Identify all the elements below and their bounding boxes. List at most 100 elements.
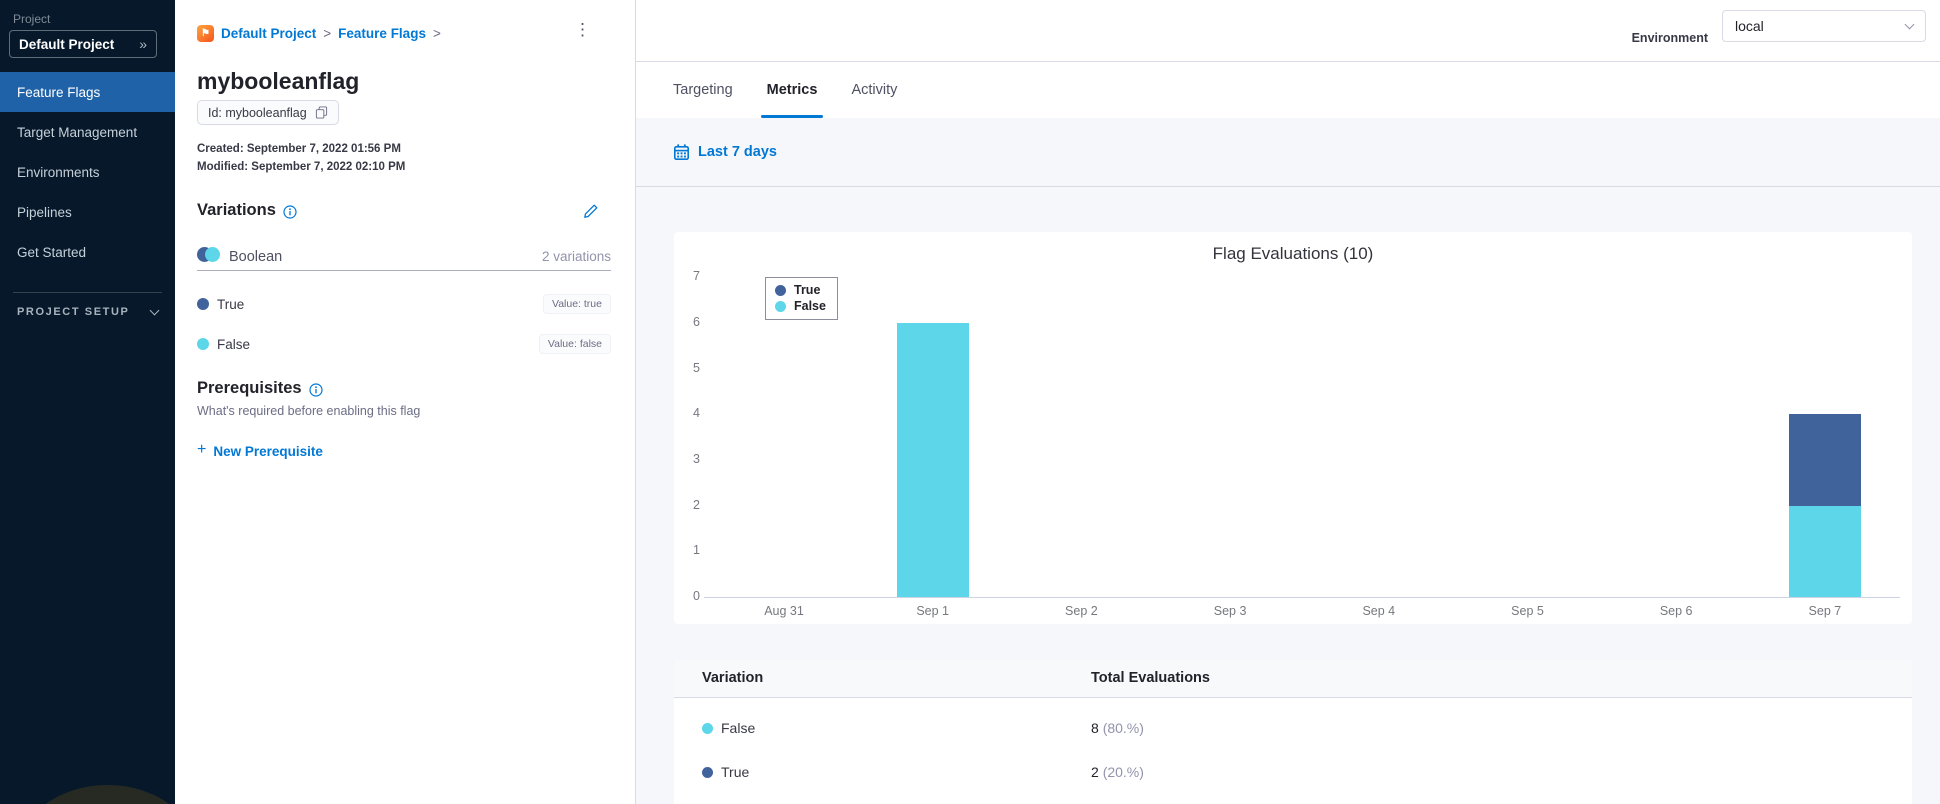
project-label: Project [13,12,51,26]
variation-value-badge: Value: true [542,294,611,314]
double-chevron-icon: » [139,36,147,52]
prerequisites-description: What's required before enabling this fla… [197,404,421,418]
environment-label: Environment [1631,31,1708,45]
tab-label: Activity [851,82,898,98]
sidebar-item-label: Target Management [17,124,138,140]
prerequisites-heading: Prerequisites [197,379,323,398]
flag-tabs: Targeting Metrics Activity [636,62,1940,118]
tab-metrics[interactable]: Metrics [760,62,824,118]
project-setup-label: PROJECT SETUP [17,306,130,318]
chevron-down-icon [1904,19,1915,29]
project-selector[interactable]: Default Project » [9,30,157,58]
breadcrumb: ⚑ Default Project > Feature Flags > [197,25,441,42]
bar-segment-true [1788,414,1861,506]
flag-options-menu-button[interactable]: ⋮ [574,20,591,40]
info-icon[interactable] [308,382,323,397]
tab-activity[interactable]: Activity [851,62,897,118]
x-axis-line [704,597,1900,598]
breadcrumb-feature-flags-link[interactable]: Feature Flags [338,26,426,41]
y-axis-tick: 1 [693,543,700,558]
y-axis-tick: 2 [693,497,700,512]
legend-dot-true [775,284,786,296]
variation-name: False [217,336,251,352]
y-axis-tick: 0 [693,589,700,603]
tab-label: Metrics [766,82,818,98]
variation-cell-label: True [721,764,750,780]
x-axis-label: Sep 1 [916,604,950,618]
edit-variations-button[interactable] [583,203,599,224]
sidebar-item-label: Get Started [17,244,87,260]
project-setup-toggle[interactable]: PROJECT SETUP [17,305,160,318]
breadcrumb-project-link[interactable]: Default Project [221,26,316,41]
y-axis-tick: 3 [693,451,700,466]
evaluations-percent: (80.%) [1102,720,1144,736]
y-axis-tick: 7 [693,269,700,284]
false-variation-dot [702,722,713,734]
evaluations-cell: 2 (20.%) [1091,764,1144,780]
sidebar-item-environments[interactable]: Environments [0,152,175,192]
x-axis-label: Sep 7 [1808,604,1842,618]
flag-details-panel: ⚑ Default Project > Feature Flags > ⋮ my… [175,0,635,804]
legend-label: False [794,299,826,313]
variations-heading: Variations [197,201,297,220]
feature-flags-module-icon: ⚑ [197,25,214,42]
variations-heading-label: Variations [197,201,276,219]
created-timestamp: Created: September 7, 2022 01:56 PM [197,143,401,155]
variation-name: True [217,296,245,312]
chart-legend: True False [765,277,838,320]
variation-cell-label: False [721,720,756,736]
y-axis-tick: 4 [693,406,700,421]
sidebar: Project Default Project » Feature Flags … [0,0,175,804]
breadcrumb-separator: > [323,26,332,41]
sidebar-item-pipelines[interactable]: Pipelines [0,192,175,232]
variation-row-false: False Value: false [197,334,611,354]
date-range-button[interactable]: Last 7 days [698,144,777,160]
help-bubble[interactable] [20,785,175,804]
tab-targeting[interactable]: Targeting [673,62,733,118]
prerequisites-heading-label: Prerequisites [197,379,302,397]
table-row: False 8 (80.%) [674,720,1912,744]
sidebar-item-label: Pipelines [17,204,72,220]
sidebar-divider [13,292,162,293]
flag-evaluations-card: Flag Evaluations (10) 0 1 2 3 4 5 6 7 Aug 31 Sep … [674,232,1912,624]
variation-row-true: True Value: true [197,294,611,314]
bar-segment-false [1788,505,1861,597]
bar-segment-false [896,322,969,597]
variation-cell: False [702,720,755,736]
flag-id-chip: Id: mybooleanflag [197,100,339,125]
environment-panel: Environment local Targeting Metrics Acti… [635,0,1940,804]
legend-dot-false [775,300,786,312]
divider [197,270,611,271]
breadcrumb-separator: > [432,26,441,41]
column-header-total-evaluations: Total Evaluations [1091,670,1210,686]
plus-icon: + [197,441,207,458]
variation-type-label: Boolean [229,248,283,265]
evaluations-table-card: Variation Total Evaluations False 8 (80.… [674,660,1912,804]
environment-select[interactable]: local [1722,10,1926,42]
sidebar-item-label: Environments [17,164,100,180]
project-selector-value: Default Project [19,36,115,52]
page-title: mybooleanflag [197,68,360,94]
new-prerequisite-button[interactable]: + New Prerequisite [197,441,323,459]
metrics-content: Last 7 days Flag Evaluations (10) 012345… [636,118,1940,804]
calendar-icon [674,144,689,160]
variation-cell: True [702,764,749,780]
new-prerequisite-label: New Prerequisite [213,443,323,459]
environment-select-value: local [1735,18,1764,34]
info-icon[interactable] [283,204,297,219]
sidebar-item-target-management[interactable]: Target Management [0,112,175,152]
tab-label: Targeting [673,82,733,98]
x-axis-label: Sep 2 [1065,604,1098,618]
copy-icon[interactable] [315,106,328,119]
y-axis-tick: 6 [693,314,700,329]
x-axis-label: Sep 3 [1213,604,1247,618]
x-axis-label: Sep 4 [1362,604,1396,618]
true-variation-dot [702,766,713,778]
flag-id-text: Id: mybooleanflag [208,105,307,120]
variation-value-badge: Value: false [538,334,611,354]
column-header-variation: Variation [702,670,764,686]
sidebar-item-feature-flags[interactable]: Feature Flags [0,72,175,112]
legend-item-true: True [775,283,826,297]
variation-count: 2 variations [541,249,611,264]
sidebar-item-get-started[interactable]: Get Started [0,232,175,272]
